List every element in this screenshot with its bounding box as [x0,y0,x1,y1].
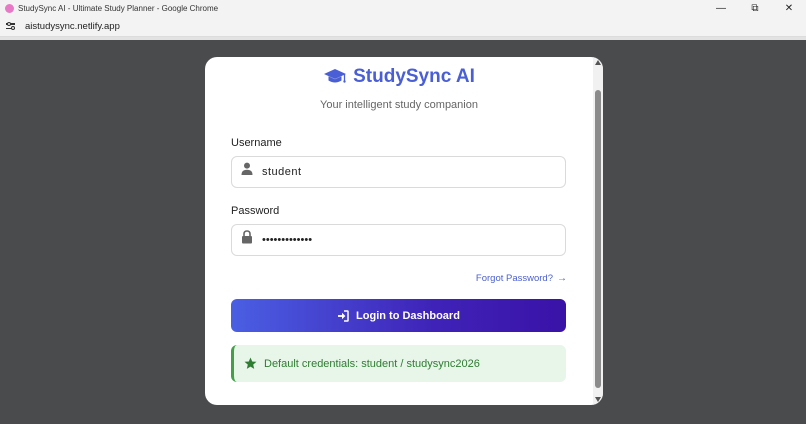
login-card: StudySync AI Your intelligent study comp… [205,57,603,405]
username-value: student [262,166,302,178]
toolbar-divider [0,37,806,40]
scroll-down-icon[interactable] [595,397,601,402]
address-bar: aistudysync.netlify.app [0,16,806,37]
lock-icon [242,230,252,244]
modal-scrollbar[interactable] [593,57,603,405]
graduation-cap-icon [324,69,347,83]
subtitle: Your intelligent study companion [320,99,478,111]
scroll-up-icon[interactable] [595,60,601,65]
forgot-password-link[interactable]: Forgot Password? → [476,273,567,284]
brand-header: StudySync AI [205,65,593,89]
url-text[interactable]: aistudysync.netlify.app [25,21,120,32]
password-value: ••••••••••••• [262,234,313,246]
close-window-button[interactable]: ✕ [772,0,806,16]
sign-in-icon [338,309,349,322]
brand-title: StudySync AI [353,66,475,87]
username-input[interactable]: student [231,156,566,188]
minimize-button[interactable]: — [704,0,738,16]
scroll-thumb[interactable] [595,90,601,388]
star-icon [244,357,257,369]
restore-button[interactable]: ⧉ [738,0,772,16]
forgot-password-label: Forgot Password? [475,273,553,284]
credentials-hint: Default credentials: student / studysync… [231,345,566,382]
username-label: Username [231,137,282,149]
tab-favicon-icon [5,3,14,13]
login-button[interactable]: Login to Dashboard [231,299,566,332]
password-label: Password [231,205,280,217]
site-info-icon[interactable] [6,21,16,31]
user-icon [241,162,253,175]
password-input[interactable]: ••••••••••••• [231,224,566,256]
login-button-label: Login to Dashboard [356,309,460,322]
window-titlebar: StudySync AI - Ultimate Study Planner - … [0,0,806,16]
credentials-hint-text: Default credentials: student / studysync… [264,357,480,370]
window-controls: — ⧉ ✕ [704,0,806,16]
window-title: StudySync AI - Ultimate Study Planner - … [18,3,219,13]
arrow-right-icon: → [557,273,567,284]
